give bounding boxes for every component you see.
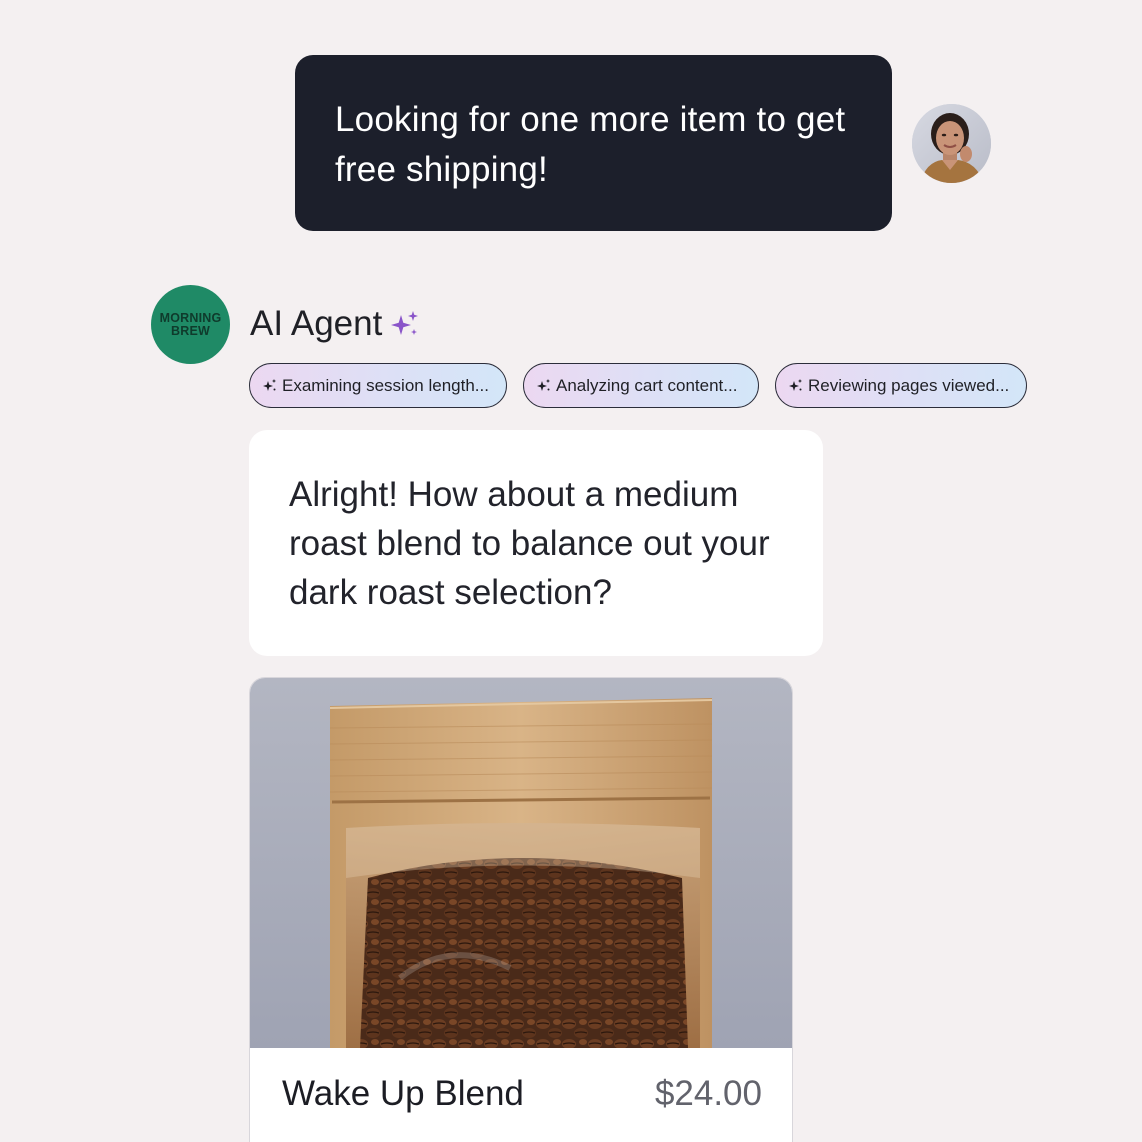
agent-name: AI Agent xyxy=(250,304,383,343)
status-chip-label: Analyzing cart content... xyxy=(556,375,738,395)
product-footer: Wake Up Blend $24.00 xyxy=(250,1048,792,1142)
agent-name-row: AI Agent xyxy=(250,302,420,346)
agent-message-text: Alright! How about a medium roast blend … xyxy=(289,475,770,612)
sparkle-icon xyxy=(263,379,276,391)
agent-message-bubble: Alright! How about a medium roast blend … xyxy=(249,430,823,656)
sparkle-icon xyxy=(537,379,550,391)
status-chip-session-length: Examining session length... xyxy=(249,363,507,408)
status-chip-label: Examining session length... xyxy=(282,375,489,395)
user-message-text: Looking for one more item to get free sh… xyxy=(335,100,846,189)
product-name[interactable]: Wake Up Blend xyxy=(282,1074,524,1114)
chat-stage: Looking for one more item to get free sh… xyxy=(0,0,1142,1142)
user-avatar xyxy=(912,104,991,183)
user-portrait-icon xyxy=(912,104,991,183)
brand-avatar-line1: MORNING xyxy=(159,310,222,325)
status-chip-cart-content: Analyzing cart content... xyxy=(523,363,759,408)
status-chip-pages-viewed: Reviewing pages viewed... xyxy=(775,363,1027,408)
coffee-bag-product-image[interactable] xyxy=(250,678,793,1048)
status-chip-label: Reviewing pages viewed... xyxy=(808,375,1010,395)
product-card[interactable]: Wake Up Blend $24.00 xyxy=(249,677,793,1142)
product-price: $24.00 xyxy=(654,1074,762,1113)
sparkle-icon xyxy=(789,379,802,391)
brand-avatar: MORNING BREW xyxy=(151,285,230,364)
brand-avatar-line2: BREW xyxy=(171,323,210,338)
user-message-bubble: Looking for one more item to get free sh… xyxy=(295,55,892,231)
sparkle-icon xyxy=(391,311,419,335)
